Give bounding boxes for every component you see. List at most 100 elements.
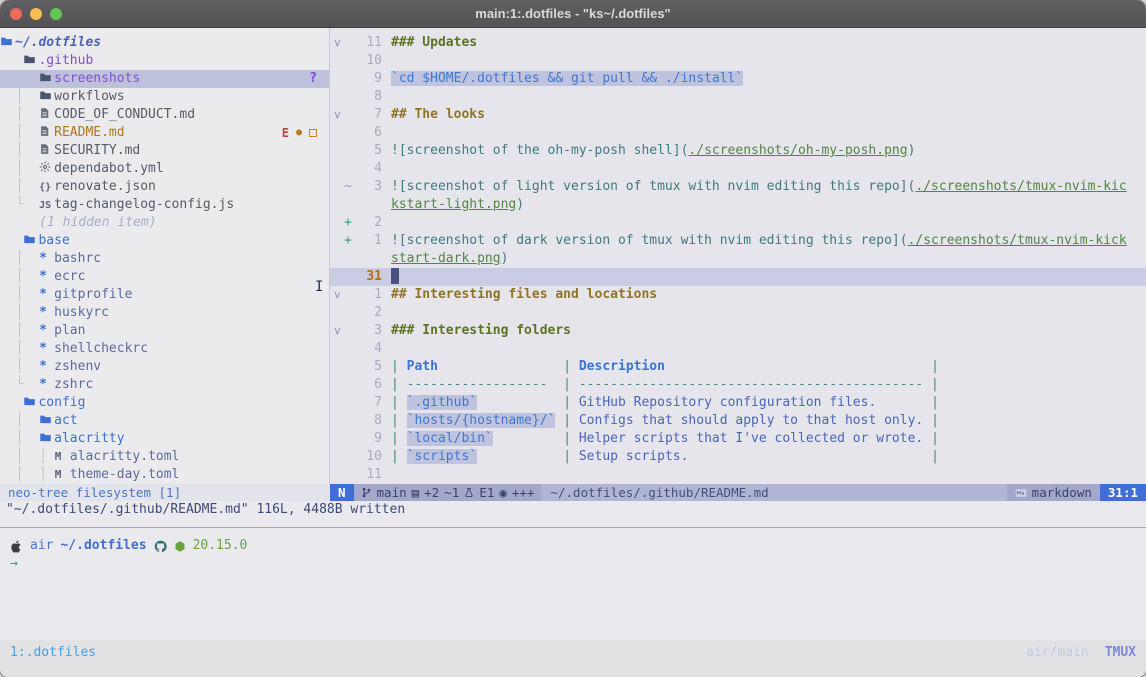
tree-item-dependabot.yml[interactable]: │ dependabot.yml	[0, 160, 329, 178]
tree-item-shellcheckrc[interactable]: │ *shellcheckrc	[0, 340, 329, 358]
line-number: 10	[356, 448, 382, 466]
editor-line-current[interactable]: 31	[330, 268, 1146, 286]
editor-line[interactable]: 4	[330, 160, 1146, 178]
editor-line[interactable]: 2	[330, 304, 1146, 322]
indent-guide	[0, 233, 23, 248]
filetype-label: markdown	[1032, 484, 1092, 501]
editor-line[interactable]: v3### Interesting folders	[330, 322, 1146, 340]
star-icon: *	[39, 250, 54, 268]
zoom-button[interactable]	[50, 8, 62, 20]
syntax-pipe: |	[391, 431, 407, 446]
tree-item-workflows[interactable]: │ workflows	[0, 88, 329, 106]
git-branch-icon	[361, 486, 372, 499]
tree-item-label: huskyrc	[54, 305, 109, 320]
tree-item-theme-day.toml[interactable]: │ │ Mtheme-day.toml	[0, 466, 329, 484]
editor-line[interactable]: 7| `.github` | GitHub Repository configu…	[330, 394, 1146, 412]
editor-line[interactable]: 10	[330, 52, 1146, 70]
tree-item-base[interactable]: base	[0, 232, 329, 250]
fold-column	[330, 412, 344, 430]
editor-line[interactable]: +2	[330, 214, 1146, 232]
tree-item-alacritty[interactable]: │ alacritty	[0, 430, 329, 448]
sign-column	[344, 412, 356, 430]
sign-column	[344, 358, 356, 376]
line-text: | `.github` | GitHub Repository configur…	[391, 394, 1146, 412]
tree-item-gitprofile[interactable]: │ *gitprofile	[0, 286, 329, 304]
syntax-url: ./screenshots/tmux-nvim-kic	[915, 179, 1126, 194]
minimize-button[interactable]	[30, 8, 42, 20]
fold-marker-icon[interactable]: v	[330, 106, 344, 124]
editor-line[interactable]: v7## The looks	[330, 106, 1146, 124]
tree-item-zshenv[interactable]: │ *zshenv	[0, 358, 329, 376]
editor-line[interactable]: ~3![screenshot of light version of tmux …	[330, 178, 1146, 196]
tree-item-code-of-conduct.md[interactable]: │ CODE_OF_CONDUCT.md	[0, 106, 329, 124]
editor-line[interactable]: kstart-light.png)	[330, 196, 1146, 214]
fold-marker-icon[interactable]: v	[330, 286, 344, 304]
editor-line[interactable]: 10| `scripts` | Setup scripts. |	[330, 448, 1146, 466]
tmux-session-tab[interactable]: 1:.dotfiles	[10, 645, 96, 660]
neo-tree-panel[interactable]: I ~/.dotfiles .github │ screenshots? │ w…	[0, 28, 330, 484]
tree-item-.github[interactable]: .github	[0, 52, 329, 70]
tree-item-config[interactable]: config	[0, 394, 329, 412]
fold-column	[330, 232, 344, 250]
sign-column	[344, 268, 356, 286]
editor-line[interactable]: 8| `hosts/{hostname}/` | Configs that sh…	[330, 412, 1146, 430]
tree-item-tag-changelog-config.js[interactable]: └ JStag-changelog-config.js	[0, 196, 329, 214]
editor-buffer[interactable]: v11### Updates109`cd $HOME/.dotfiles && …	[330, 28, 1146, 484]
tree-item--.dotfiles[interactable]: ~/.dotfiles	[0, 34, 329, 52]
tree-item--1-hidden-item-[interactable]: (1 hidden item)	[0, 214, 329, 232]
close-button[interactable]	[10, 8, 22, 20]
syntax-link: )	[516, 197, 524, 212]
syntax-link: ![screenshot of light version of tmux wi…	[391, 179, 915, 194]
sign-column	[344, 34, 356, 52]
editor-line[interactable]: +1![screenshot of dark version of tmux w…	[330, 232, 1146, 250]
editor-line[interactable]: 6| ------------------ | ----------------…	[330, 376, 1146, 394]
editor-line[interactable]: 11	[330, 466, 1146, 484]
tree-item-readme.md[interactable]: │ README.mdE●	[0, 124, 329, 142]
syntax-plain	[665, 359, 931, 374]
editor-line[interactable]: 9`cd $HOME/.dotfiles && git pull && ./in…	[330, 70, 1146, 88]
line-text: ![screenshot of dark version of tmux wit…	[391, 232, 1146, 250]
fold-marker-icon[interactable]: v	[330, 322, 344, 340]
syntax-pipe: | ------------------ | -----------------…	[391, 377, 939, 392]
sign-column	[344, 430, 356, 448]
fold-marker-icon[interactable]: v	[330, 34, 344, 52]
fold-column	[330, 304, 344, 322]
shell-pane[interactable]: air ~/.dotfiles 20.15.0 →	[0, 528, 1146, 640]
tree-item-label: ~/.dotfiles	[15, 35, 101, 50]
editor-line[interactable]: start-dark.png)	[330, 250, 1146, 268]
tree-item-bashrc[interactable]: │ *bashrc	[0, 250, 329, 268]
tree-item-label: gitprofile	[54, 287, 132, 302]
tree-item-screenshots[interactable]: │ screenshots?	[0, 70, 329, 88]
line-number: 4	[356, 340, 382, 358]
editor-line[interactable]: 6	[330, 124, 1146, 142]
editor-line[interactable]: 5![screenshot of the oh-my-posh shell](.…	[330, 142, 1146, 160]
sign-column	[344, 286, 356, 304]
editor-line[interactable]: 5| Path | Description |	[330, 358, 1146, 376]
tree-item-ecrc[interactable]: │ *ecrc	[0, 268, 329, 286]
title-bar[interactable]: main:1:.dotfiles - "ks~/.dotfiles"	[0, 0, 1146, 28]
prompt-cwd: ~/.dotfiles	[60, 537, 146, 555]
editor-line[interactable]: v11### Updates	[330, 34, 1146, 52]
tree-item-label: alacritty	[54, 431, 124, 446]
editor-line[interactable]: 8	[330, 88, 1146, 106]
diagnostics-count: E1	[479, 484, 494, 501]
tree-item-zshrc[interactable]: └ *zshrc	[0, 376, 329, 394]
editor-line[interactable]: 4	[330, 340, 1146, 358]
spacer	[0, 519, 1146, 527]
indent-guide: │	[0, 179, 39, 194]
line-text	[391, 160, 1146, 178]
line-text: ![screenshot of light version of tmux wi…	[391, 178, 1146, 196]
tree-item-plan[interactable]: │ *plan	[0, 322, 329, 340]
editor-line[interactable]: v1## Interesting files and locations	[330, 286, 1146, 304]
syntax-desc: Setup scripts.	[579, 449, 689, 464]
tree-item-security.md[interactable]: │ SECURITY.md	[0, 142, 329, 160]
tree-item-renovate.json[interactable]: │ {}renovate.json	[0, 178, 329, 196]
tree-item-label: .github	[38, 53, 93, 68]
line-text: `cd $HOME/.dotfiles && git pull && ./ins…	[391, 70, 1146, 88]
line-text: | `hosts/{hostname}/` | Configs that sho…	[391, 412, 1146, 430]
tree-item-alacritty.toml[interactable]: │ │ Malacritty.toml	[0, 448, 329, 466]
indent-guide: │	[0, 161, 39, 176]
tree-item-huskyrc[interactable]: │ *huskyrc	[0, 304, 329, 322]
tree-item-act[interactable]: │ act	[0, 412, 329, 430]
editor-line[interactable]: 9| `local/bin` | Helper scripts that I'v…	[330, 430, 1146, 448]
